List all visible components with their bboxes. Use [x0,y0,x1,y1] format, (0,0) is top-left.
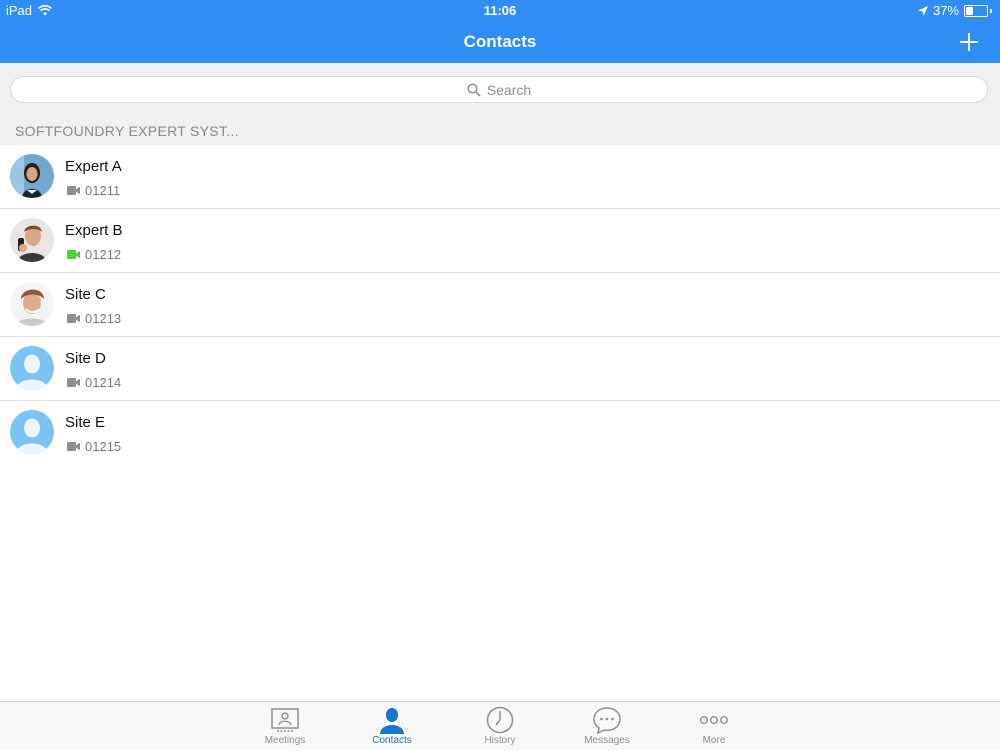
more-dots-icon [700,715,729,724]
contact-list: Expert A 01211 Expert B 01212 Site C 012… [0,145,1000,464]
clock-icon [486,706,514,734]
contact-name: Site E [65,414,106,431]
add-contact-button[interactable] [954,27,984,57]
contact-extension: 01212 [67,247,121,262]
tab-messages[interactable]: Messages [557,702,657,751]
page-title: Contacts [463,32,537,51]
tab-label: Meetings [264,735,306,746]
tab-more[interactable]: More [664,702,764,751]
location-arrow-icon [917,5,928,16]
search-bar: Search [0,63,1000,118]
tab-bar: Meetings Contacts History Messages More [0,701,1000,750]
plus-icon [960,33,978,51]
battery-tip [990,8,992,13]
chat-bubble-icon [593,707,621,734]
contact-number: 01215 [85,439,122,454]
contact-extension: 01214 [67,375,121,390]
contact-row[interactable]: Expert B 01212 [0,209,1000,273]
contact-extension: 01211 [67,183,120,198]
battery-icon [964,4,988,17]
avatar-photo-man-smiling [10,282,54,326]
battery-level [966,6,973,15]
tab-label: History [484,735,516,746]
contact-extension: 01215 [67,439,121,454]
contact-number: 01213 [85,311,122,326]
contact-row[interactable]: Site C 01213 [0,273,1000,337]
status-time: 11:06 [483,3,517,18]
contact-row[interactable]: Site E 01215 [0,401,1000,464]
contact-number: 01214 [85,375,122,390]
video-camera-icon [67,442,80,451]
battery-percent: 37% [932,3,959,18]
contact-number: 01211 [85,183,121,198]
video-camera-icon [67,378,80,387]
video-camera-icon [67,314,80,323]
contact-name: Site D [65,350,106,367]
meetings-icon [271,708,299,732]
default-avatar-icon [10,410,54,454]
video-camera-icon [67,186,80,195]
tab-label: Contacts [372,735,412,746]
contact-row[interactable]: Expert A 01211 [0,145,1000,209]
contacts-icon [380,708,404,734]
video-camera-icon [67,250,80,259]
search-icon [467,82,481,97]
tab-label: More [702,735,726,746]
section-title: SOFTFOUNDRY EXPERT SYST... [15,123,239,139]
tab-contacts[interactable]: Contacts [342,702,442,751]
avatar-photo-man-phone [10,218,54,262]
contact-extension: 01213 [67,311,121,326]
status-bar: iPad 11:06 37% [0,0,1000,22]
status-right: 37% [917,3,992,18]
section-header: SOFTFOUNDRY EXPERT SYST... [0,118,1000,145]
contact-row[interactable]: Site D 01214 [0,337,1000,401]
contact-name: Expert B [65,222,123,239]
contact-number: 01212 [85,247,122,262]
avatar-photo-woman [10,154,54,198]
navigation-bar: Contacts [0,22,1000,63]
tab-history[interactable]: History [450,702,550,751]
contact-name: Site C [65,286,106,303]
tab-label: Messages [584,735,630,746]
search-placeholder: Search [486,81,532,98]
default-avatar-icon [10,346,54,390]
contact-name: Expert A [65,158,122,175]
tab-meetings[interactable]: Meetings [235,702,335,751]
search-input[interactable]: Search [10,76,988,103]
